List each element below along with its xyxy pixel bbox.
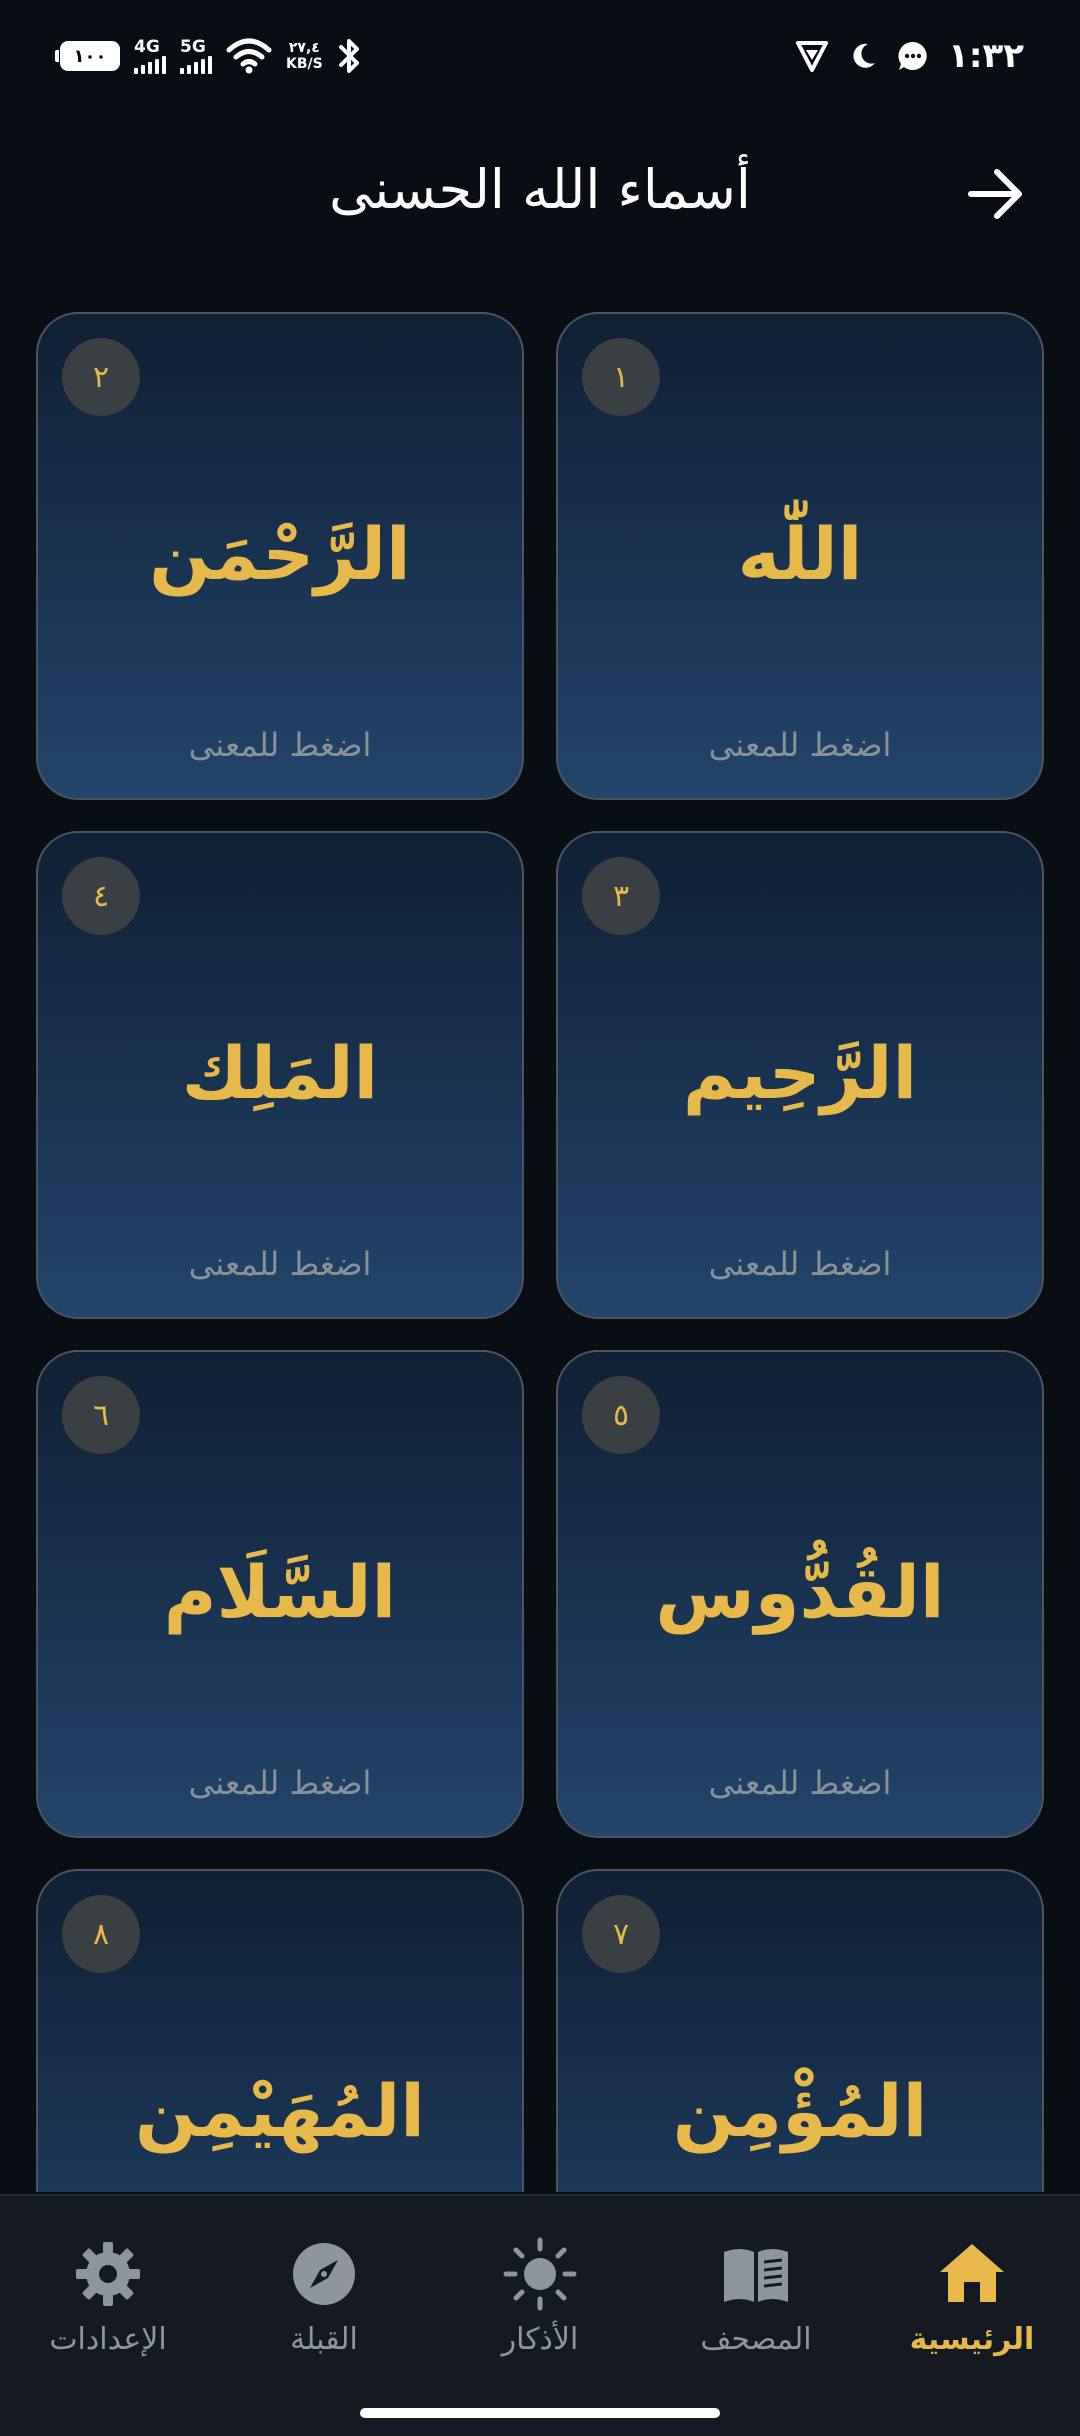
nav-label-settings: الإعدادات — [49, 2322, 167, 2357]
name-text: السَّلَام — [163, 1550, 397, 1634]
tap-for-meaning-hint: اضغط للمعنى — [708, 1764, 892, 1802]
name-number-badge: ٤ — [62, 857, 140, 935]
nav-item-azkar[interactable]: الأذكار — [432, 2236, 648, 2376]
name-number-badge: ٦ — [62, 1376, 140, 1454]
speed-value: ٢٧,٤ — [288, 40, 320, 56]
battery-level: ١٠٠ — [73, 45, 107, 67]
name-text: الرَّحْمَن — [149, 512, 411, 596]
name-text: اللّٰه — [737, 512, 863, 596]
tap-for-meaning-hint: اضغط للمعنى — [188, 1245, 372, 1283]
speed-unit: KB/S — [286, 56, 323, 72]
nav-item-mushaf[interactable]: المصحف — [648, 2236, 864, 2376]
name-text: الرَّحِيم — [682, 1031, 918, 1115]
name-number-badge: ٣ — [582, 857, 660, 935]
name-card[interactable]: ٧ المُؤْمِن — [556, 1869, 1044, 2192]
name-text: المُهَيْمِن — [135, 2069, 425, 2153]
name-number-badge: ٧ — [582, 1895, 660, 1973]
page-title: أسماء الله الحسنى — [329, 158, 751, 221]
name-card[interactable]: ٨ المُهَيْمِن — [36, 1869, 524, 2192]
nav-label-qibla: القبلة — [290, 2322, 358, 2357]
sun-icon — [503, 2237, 577, 2311]
name-number-badge: ٢ — [62, 338, 140, 416]
tap-for-meaning-hint: اضغط للمعنى — [188, 726, 372, 764]
network-speed: ٢٧,٤ KB/S — [286, 40, 323, 72]
battery-icon: ١٠٠ — [55, 41, 120, 71]
back-arrow-icon[interactable] — [963, 162, 1027, 226]
name-card[interactable]: ٦ السَّلَام اضغط للمعنى — [36, 1350, 524, 1838]
nav-item-qibla[interactable]: القبلة — [216, 2236, 432, 2376]
bluetooth-icon — [338, 39, 359, 73]
book-icon — [724, 2249, 788, 2302]
nav-label-home: الرئيسية — [909, 2322, 1035, 2357]
home-icon — [940, 2244, 1004, 2302]
nav-item-home[interactable]: الرئيسية — [864, 2236, 1080, 2376]
network-label-1: 4G — [134, 36, 160, 57]
gear-icon — [76, 2242, 140, 2306]
nav-label-mushaf: المصحف — [700, 2322, 812, 2357]
name-card[interactable]: ١ اللّٰه اضغط للمعنى — [556, 312, 1044, 800]
name-card[interactable]: ٣ الرَّحِيم اضغط للمعنى — [556, 831, 1044, 1319]
name-text: القُدُّوس — [655, 1550, 945, 1634]
tap-for-meaning-hint: اضغط للمعنى — [188, 1764, 372, 1802]
name-card[interactable]: ٤ المَلِك اضغط للمعنى — [36, 831, 524, 1319]
name-card[interactable]: ٥ القُدُّوس اضغط للمعنى — [556, 1350, 1044, 1838]
name-text: المُؤْمِن — [672, 2069, 928, 2153]
wifi-icon — [226, 38, 272, 74]
chat-notification-icon — [898, 41, 927, 70]
status-bar: ١٠٠ 4G 5G ٢٧,٤ KB/S ١:٣٢ — [0, 0, 1080, 110]
name-number-badge: ١ — [582, 338, 660, 416]
name-number-badge: ٨ — [62, 1895, 140, 1973]
bottom-nav: الرئيسية المصحف الأذكار القبلة الإعدادات — [0, 2194, 1080, 2436]
signal-4g-icon: 4G — [134, 36, 166, 74]
name-number-badge: ٥ — [582, 1376, 660, 1454]
status-time: ١:٣٢ — [948, 36, 1024, 76]
nav-item-settings[interactable]: الإعدادات — [0, 2236, 216, 2376]
vpn-shield-icon — [796, 41, 829, 72]
name-text: المَلِك — [181, 1031, 379, 1115]
tap-for-meaning-hint: اضغط للمعنى — [708, 1245, 892, 1283]
network-label-2: 5G — [180, 36, 206, 57]
home-indicator[interactable] — [360, 2408, 720, 2418]
tap-for-meaning-hint: اضغط للمعنى — [708, 726, 892, 764]
compass-icon — [293, 2243, 355, 2305]
names-grid: ١ اللّٰه اضغط للمعنى ٢ الرَّحْمَن اضغط ل… — [36, 312, 1044, 2192]
name-card[interactable]: ٢ الرَّحْمَن اضغط للمعنى — [36, 312, 524, 800]
moon-icon — [853, 43, 876, 68]
signal-5g-icon: 5G — [180, 36, 212, 74]
header: أسماء الله الحسنى — [0, 140, 1080, 250]
nav-label-azkar: الأذكار — [501, 2322, 579, 2357]
